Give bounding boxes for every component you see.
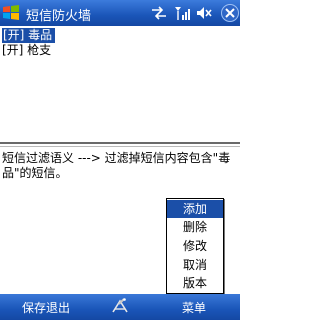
menu-item-add[interactable]: 添加: [167, 200, 223, 218]
windows-start-icon[interactable]: [2, 4, 20, 22]
menu-item-edit[interactable]: 修改: [167, 237, 223, 255]
close-button[interactable]: [221, 4, 239, 22]
keyboard-icon[interactable]: [110, 297, 130, 317]
title-bar: 短信防火墙: [0, 0, 240, 26]
keyword-list[interactable]: [开] 毒品 [开] 枪支: [0, 26, 240, 144]
connectivity-icon[interactable]: [150, 6, 168, 20]
menu-item-cancel[interactable]: 取消: [167, 256, 223, 274]
save-exit-softkey[interactable]: 保存退出: [22, 299, 70, 316]
volume-icon[interactable]: [196, 6, 212, 20]
softkey-bar: 保存退出 菜单: [0, 294, 240, 320]
menu-item-version[interactable]: 版本: [167, 274, 223, 292]
signal-icon[interactable]: [174, 6, 190, 20]
description-text: 短信过滤语义 ---> 过滤掉短信内容包含"毒品"的短信。: [2, 151, 231, 180]
popup-menu: 添加 删除 修改 取消 版本: [166, 198, 224, 294]
menu-item-delete[interactable]: 删除: [167, 218, 223, 236]
window-title: 短信防火墙: [26, 9, 92, 24]
list-item[interactable]: [开] 毒品: [2, 28, 56, 43]
close-icon: [225, 8, 235, 18]
list-item[interactable]: [开] 枪支: [2, 43, 51, 58]
menu-softkey[interactable]: 菜单: [182, 299, 206, 316]
